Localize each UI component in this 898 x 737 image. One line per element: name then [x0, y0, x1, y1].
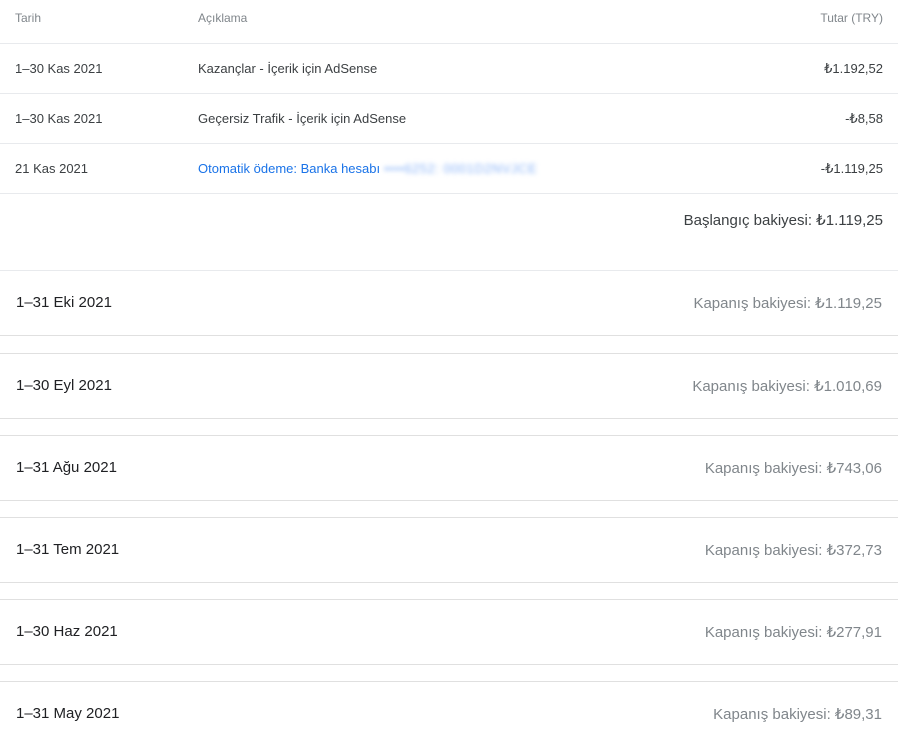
month-summary-row[interactable]: 1–31 May 2021 Kapanış bakiyesi: ₺89,31	[0, 681, 898, 737]
month-date: 1–30 Haz 2021	[16, 623, 118, 640]
payment-link[interactable]: Otomatik ödeme: Banka hesabı ••••6252: 00…	[198, 161, 537, 176]
row-amount: ₺1.192,52	[824, 61, 883, 76]
closing-balance: Kapanış bakiyesi: ₺743,06	[704, 460, 882, 477]
month-summary-row[interactable]: 1–31 Ağu 2021 Kapanış bakiyesi: ₺743,06	[0, 435, 898, 501]
table-row: 21 Kas 2021 Otomatik ödeme: Banka hesabı…	[0, 144, 898, 194]
month-date: 1–31 May 2021	[16, 705, 120, 722]
month-summary-row[interactable]: 1–30 Eyl 2021 Kapanış bakiyesi: ₺1.010,6…	[0, 353, 898, 419]
month-summary-row[interactable]: 1–31 Eki 2021 Kapanış bakiyesi: ₺1.119,2…	[0, 271, 898, 336]
column-header-description: Açıklama	[198, 11, 248, 25]
masked-account-number: ••••6252: 0001D2NVJCE	[384, 161, 538, 176]
month-date: 1–30 Eyl 2021	[16, 377, 112, 394]
month-date: 1–31 Tem 2021	[16, 541, 120, 558]
month-date: 1–31 Ağu 2021	[16, 459, 117, 476]
row-description: Kazançlar - İçerik için AdSense	[198, 61, 378, 76]
table-row: 1–30 Kas 2021 Geçersiz Trafik - İçerik i…	[0, 94, 898, 144]
table-row: 1–30 Kas 2021 Kazançlar - İçerik için Ad…	[0, 44, 898, 94]
opening-balance: Başlangıç bakiyesi: ₺1.119,25	[683, 212, 883, 229]
closing-balance: Kapanış bakiyesi: ₺1.119,25	[693, 295, 882, 312]
transactions-page: Tarih Açıklama Tutar (TRY) 1–30 Kas 2021…	[0, 0, 898, 737]
closing-balance: Kapanış bakiyesi: ₺277,91	[704, 624, 882, 641]
row-amount: -₺8,58	[845, 111, 883, 126]
month-date: 1–31 Eki 2021	[16, 294, 112, 311]
row-description: Geçersiz Trafik - İçerik için AdSense	[198, 111, 407, 126]
month-summary-row[interactable]: 1–31 Tem 2021 Kapanış bakiyesi: ₺372,73	[0, 517, 898, 583]
table-header: Tarih Açıklama Tutar (TRY)	[0, 0, 898, 44]
column-header-date: Tarih	[15, 11, 42, 25]
column-header-amount: Tutar (TRY)	[820, 11, 883, 25]
row-date: 1–30 Kas 2021	[15, 111, 103, 126]
closing-balance: Kapanış bakiyesi: ₺372,73	[704, 542, 882, 559]
row-date: 21 Kas 2021	[15, 161, 89, 176]
row-date: 1–30 Kas 2021	[15, 61, 103, 76]
month-summary-row[interactable]: 1–30 Haz 2021 Kapanış bakiyesi: ₺277,91	[0, 599, 898, 665]
closing-balance: Kapanış bakiyesi: ₺89,31	[713, 706, 882, 723]
closing-balance: Kapanış bakiyesi: ₺1.010,69	[692, 378, 882, 395]
payment-link-text[interactable]: Otomatik ödeme: Banka hesabı	[198, 161, 380, 176]
row-amount: -₺1.119,25	[820, 161, 883, 176]
